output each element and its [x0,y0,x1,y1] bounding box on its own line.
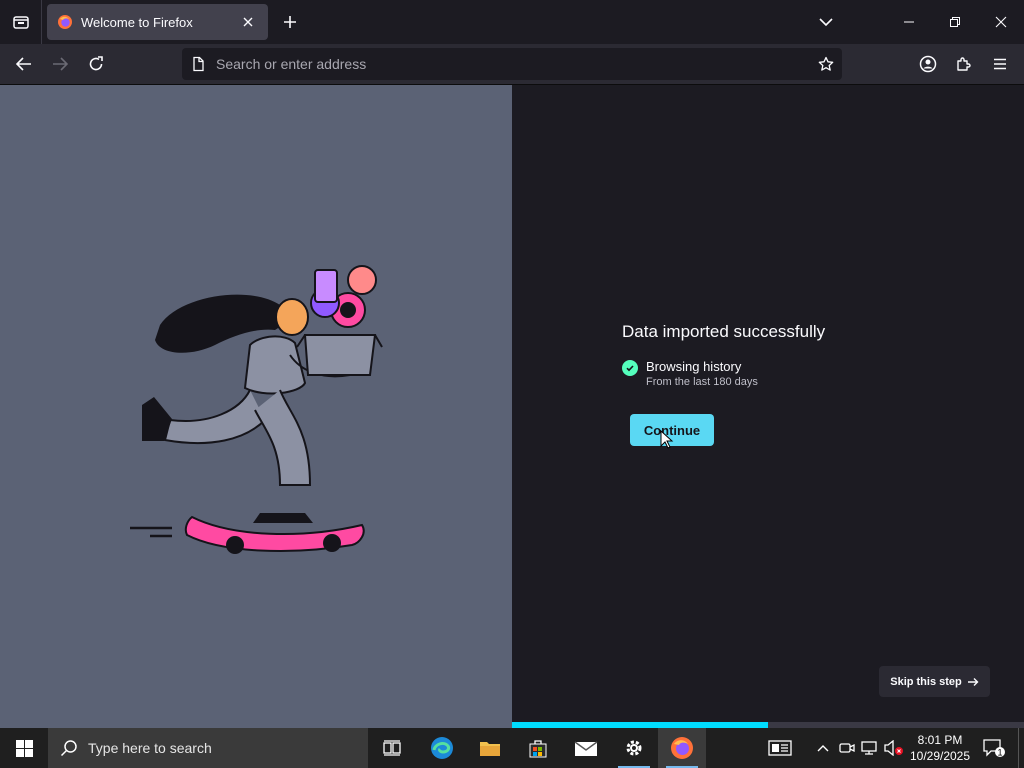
close-window-button[interactable] [978,0,1024,44]
minimize-icon [904,21,914,23]
task-view-button[interactable] [368,728,416,768]
firefox-view-icon [12,16,29,29]
forward-button[interactable] [46,50,74,78]
close-icon [243,17,253,27]
folder-icon [480,742,500,756]
account-icon [919,55,937,73]
start-button[interactable] [0,728,48,768]
task-view-icon [383,740,401,756]
mail-icon [574,741,598,756]
minimize-button[interactable] [886,0,932,44]
store-icon [529,740,547,758]
taskbar-search-placeholder: Type here to search [88,740,212,756]
gear-icon [626,740,642,756]
windows-logo-icon [15,739,33,757]
taskbar-clock[interactable]: 8:01 PM 10/29/2025 [906,732,974,764]
chevron-down-icon [819,18,833,27]
bookmark-star-button[interactable] [812,50,840,78]
volume-button[interactable] [882,728,906,768]
edge-icon [431,737,453,759]
restore-button[interactable] [932,0,978,44]
page-icon [190,56,206,72]
onboarding-page: Data imported successfully Browsing hist… [0,85,1024,728]
import-item-text: Browsing history From the last 180 days [646,359,758,388]
close-icon [995,16,1007,28]
screen: Welcome to Firefox Search or enter addre… [0,0,1024,768]
reload-button[interactable] [82,50,110,78]
plus-icon [284,16,296,28]
nav-bar [0,44,1024,85]
network-icon [861,741,877,755]
arrow-right-icon [967,677,979,686]
meet-now-button[interactable] [835,728,859,768]
show-desktop-button[interactable] [1018,728,1024,768]
import-title: Data imported successfully [622,322,826,341]
menu-button[interactable] [986,50,1014,78]
volume-muted-icon [884,740,903,756]
address-input[interactable] [216,56,812,72]
restore-icon [950,17,960,27]
settings-taskbar-button[interactable] [610,728,658,768]
skip-step-label: Skip this step [890,675,962,688]
extensions-button[interactable] [950,50,978,78]
taskbar: Type here to search 8:01 PM 10/29/2025 1 [0,728,1024,768]
star-icon [818,56,834,71]
tab-strip: Welcome to Firefox [0,0,1024,44]
list-all-tabs-button[interactable] [814,10,838,34]
search-icon [60,740,77,757]
firefox-view-button[interactable] [0,0,42,44]
import-item-subtext: From the last 180 days [646,376,758,388]
back-button[interactable] [10,50,38,78]
clock-date: 10/29/2025 [909,749,971,763]
illustration-panel [0,85,512,728]
news-widget-button[interactable] [766,728,794,768]
tab-welcome[interactable]: Welcome to Firefox [47,4,268,40]
news-icon [768,740,792,756]
show-hidden-icons-button[interactable] [811,728,835,768]
hamburger-icon [994,58,1006,70]
address-bar[interactable] [182,48,842,80]
check-icon [622,360,638,376]
firefox-logo-icon [671,737,693,759]
clock-time: 8:01 PM [917,733,963,747]
skip-step-button[interactable]: Skip this step [879,666,990,697]
firefox-logo-icon [57,14,73,30]
notifications-button[interactable]: 1 [980,728,1008,768]
camera-icon [839,743,855,753]
import-item-label: Browsing history [646,359,742,374]
network-button[interactable] [858,728,882,768]
mouse-cursor-icon [660,430,674,449]
notification-count: 1 [997,747,1002,757]
import-item-browsing-history: Browsing history From the last 180 days [622,359,758,388]
firefox-taskbar-button[interactable] [658,728,706,768]
tab-title: Welcome to Firefox [81,14,193,30]
arrow-left-icon [16,57,31,71]
store-taskbar-button[interactable] [514,728,562,768]
import-panel: Data imported successfully Browsing hist… [512,85,1024,728]
account-button[interactable] [914,50,942,78]
new-tab-button[interactable] [278,10,302,34]
reload-icon [89,56,103,71]
chevron-up-icon [817,745,829,752]
skateboard-girl-illustration [130,265,383,554]
tab-close-button[interactable] [238,12,258,32]
mail-taskbar-button[interactable] [562,728,610,768]
arrow-right-icon [53,57,68,71]
taskbar-search-box[interactable]: Type here to search [48,728,368,768]
edge-taskbar-button[interactable] [418,728,466,768]
notification-icon: 1 [983,739,1005,757]
puzzle-icon [957,57,971,71]
file-explorer-taskbar-button[interactable] [466,728,514,768]
